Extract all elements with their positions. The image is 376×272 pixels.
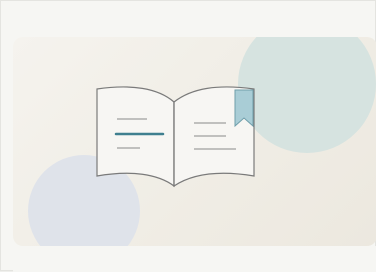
card-footer-area — [13, 246, 376, 272]
book-left-page — [96, 86, 175, 188]
viewport-frame — [0, 0, 376, 272]
illustration-card — [13, 37, 376, 246]
open-book-icon — [96, 86, 255, 188]
